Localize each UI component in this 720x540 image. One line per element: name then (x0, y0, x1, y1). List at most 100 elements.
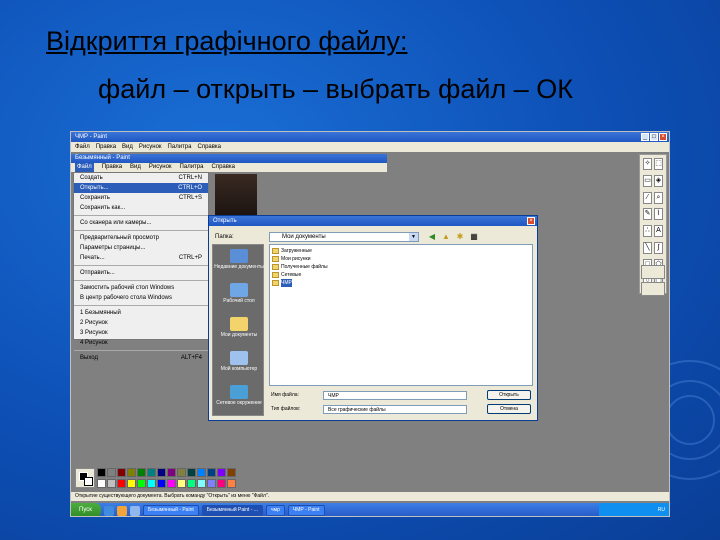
color-swatch[interactable] (177, 468, 186, 477)
file-menu-item[interactable]: Параметры страницы... (74, 243, 208, 253)
inner-menu-file[interactable]: Файл (75, 163, 94, 172)
task-button[interactable]: чмр (266, 505, 285, 516)
maximize-button[interactable]: □ (650, 133, 658, 141)
file-menu-item[interactable]: Замостить рабочий стол Windows (74, 283, 208, 293)
file-menu-item[interactable]: Сохранить как... (74, 203, 208, 213)
brush-icon[interactable]: ⌇ (654, 208, 663, 221)
dialog-close-button[interactable]: × (527, 217, 535, 225)
pencil-icon[interactable]: ✎ (643, 208, 652, 221)
inner-menu-view[interactable]: Вид (130, 163, 141, 172)
picker-icon[interactable]: ⁄ (643, 191, 652, 204)
color-swatch[interactable] (217, 478, 226, 488)
file-menu-item[interactable]: Печать... CTRL+P (74, 253, 208, 263)
color-swatch[interactable] (217, 468, 226, 477)
media-player-icon[interactable] (117, 505, 127, 516)
file-list-item[interactable]: ЧМР (272, 279, 530, 287)
color-swatch[interactable] (137, 468, 146, 477)
inner-menu-help[interactable]: Справка (211, 163, 235, 172)
color-swatch[interactable] (167, 468, 176, 477)
file-menu-item[interactable]: 3 Рисунок (74, 328, 208, 338)
color-swatch[interactable] (197, 478, 206, 488)
file-menu-item[interactable]: Создать CTRL+N (74, 173, 208, 183)
file-menu-item[interactable]: Выход ALT+F4 (74, 353, 208, 363)
color-swatch[interactable] (127, 478, 136, 488)
inner-menu-image[interactable]: Рисунок (149, 163, 172, 172)
menu-view[interactable]: Вид (122, 142, 133, 152)
inner-menu-colors[interactable]: Палитра (180, 163, 204, 172)
line-icon[interactable]: ╲ (643, 241, 652, 254)
inner-menu-edit[interactable]: Правка (102, 163, 122, 172)
chevron-down-icon[interactable]: ▼ (409, 233, 418, 241)
color-swatch[interactable] (117, 468, 126, 477)
curve-icon[interactable]: ∫ (654, 241, 663, 254)
place-network[interactable]: Сетевое окружение (213, 385, 265, 406)
up-folder-icon[interactable]: ▲ (441, 232, 451, 242)
file-menu-item[interactable]: Открыть... CTRL+O (74, 183, 208, 193)
place-my-computer[interactable]: Мой компьютер (213, 351, 265, 372)
airbrush-icon[interactable]: ∴ (643, 225, 652, 237)
filename-field[interactable]: ЧМР (323, 391, 467, 400)
magnifier-icon[interactable]: ⌕ (654, 191, 663, 204)
cancel-button[interactable]: Отмена (487, 404, 531, 414)
view-menu-icon[interactable]: ▦ (469, 232, 479, 242)
file-menu-item[interactable]: Сохранить CTRL+S (74, 193, 208, 203)
color-swatch[interactable] (207, 468, 216, 477)
look-in-combo[interactable]: Мои документы ▼ (269, 232, 419, 242)
free-select-icon[interactable]: ✧ (643, 158, 652, 170)
color-swatch[interactable] (157, 468, 166, 477)
color-swatch[interactable] (197, 468, 206, 477)
text-icon[interactable]: A (654, 225, 663, 237)
back-icon[interactable]: ◀ (427, 232, 437, 242)
color-swatch[interactable] (177, 478, 186, 488)
close-button[interactable]: × (659, 133, 667, 141)
file-list-item[interactable]: Мои рисунки (272, 255, 530, 263)
rect-select-icon[interactable]: ⬚ (654, 158, 663, 170)
eraser-icon[interactable]: ▭ (643, 174, 652, 187)
task-button[interactable]: Безымянный Paint - ... (201, 505, 264, 516)
task-button[interactable]: Безымянный - Paint (143, 505, 199, 516)
file-list-item[interactable]: Сетевые (272, 271, 530, 279)
file-menu-item[interactable]: 1 Безымянный (74, 308, 208, 318)
browser-icon[interactable] (104, 505, 114, 516)
color-swatch[interactable] (107, 468, 116, 477)
file-list-item[interactable]: Полученные файлы (272, 263, 530, 271)
filetype-select[interactable]: Все графические файлы (323, 405, 467, 414)
color-swatch[interactable] (167, 478, 176, 488)
color-swatch[interactable] (117, 478, 126, 488)
tool-option-box[interactable] (641, 265, 665, 279)
menu-file[interactable]: Файл (75, 142, 90, 152)
menu-colors[interactable]: Палитра (168, 142, 192, 152)
menu-help[interactable]: Справка (197, 142, 221, 152)
place-desktop[interactable]: Рабочий стол (213, 283, 265, 304)
open-button[interactable]: Открыть (487, 390, 531, 400)
current-colors[interactable] (75, 468, 95, 488)
file-menu-item[interactable]: Со сканера или камеры... (74, 218, 208, 228)
menu-edit[interactable]: Правка (96, 142, 116, 152)
color-swatch[interactable] (207, 478, 216, 488)
file-menu-item[interactable]: Предварительный просмотр (74, 233, 208, 243)
color-swatch[interactable] (187, 478, 196, 488)
file-menu-item[interactable]: В центр рабочего стола Windows (74, 293, 208, 303)
new-folder-icon[interactable]: ✱ (455, 232, 465, 242)
minimize-button[interactable]: _ (641, 133, 649, 141)
place-my-documents[interactable]: Мои документы (213, 317, 265, 338)
file-menu-item[interactable]: Отправить... (74, 268, 208, 278)
place-recent[interactable]: Недавние документы (213, 249, 265, 270)
color-swatch[interactable] (157, 478, 166, 488)
file-list-item[interactable]: Загруженные (272, 247, 530, 255)
file-menu-item[interactable]: 2 Рисунок (74, 318, 208, 328)
color-swatch[interactable] (227, 468, 236, 477)
color-swatch[interactable] (127, 468, 136, 477)
color-swatch[interactable] (187, 468, 196, 477)
start-button[interactable]: Пуск (71, 503, 101, 516)
color-swatch[interactable] (97, 478, 106, 488)
color-swatch[interactable] (107, 478, 116, 488)
fill-icon[interactable]: ◈ (654, 174, 663, 187)
file-menu-item[interactable]: 4 Рисунок (74, 338, 208, 348)
color-swatch[interactable] (137, 478, 146, 488)
color-swatch[interactable] (147, 468, 156, 477)
desktop-icon[interactable] (130, 505, 140, 516)
menu-image[interactable]: Рисунок (139, 142, 162, 152)
tool-option-box[interactable] (641, 282, 665, 296)
color-swatch[interactable] (147, 478, 156, 488)
